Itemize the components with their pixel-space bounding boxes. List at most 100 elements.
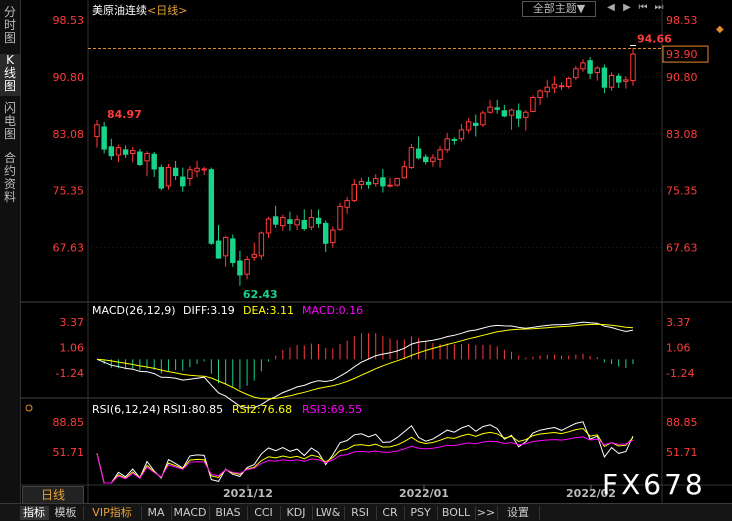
- rsi-settings-icon[interactable]: [25, 404, 33, 412]
- indicator-tab[interactable]: CCI: [247, 506, 281, 520]
- price-annotations: 93.90 94.66 62.43 84.97: [88, 32, 709, 301]
- candle-body: [465, 121, 472, 131]
- candle-body: [401, 166, 408, 179]
- candle-body: [230, 238, 236, 263]
- candle-body: [351, 183, 357, 202]
- price-tick-left: 90.80: [53, 71, 85, 84]
- rsi-label: RSI(6,12,24): [92, 403, 160, 416]
- candle-body: [523, 111, 529, 118]
- candle-body: [451, 138, 458, 141]
- candle-body: [137, 151, 143, 166]
- prior-high-label: 84.97: [107, 108, 142, 121]
- macd-dea-value: DEA:3.11: [243, 304, 294, 317]
- candle-body: [415, 148, 422, 159]
- candle-body: [101, 126, 107, 150]
- candle-body: [94, 124, 100, 138]
- rsi1-line: [96, 421, 634, 484]
- indicator-tab[interactable]: LW&: [312, 506, 345, 520]
- low-label: 62.43: [243, 288, 278, 301]
- candle-body: [430, 157, 436, 163]
- candle-body: [473, 122, 479, 127]
- macd-tick-right: -1.24: [666, 367, 694, 380]
- candle-body: [158, 166, 165, 189]
- indicator-tab[interactable]: CR: [376, 506, 405, 520]
- macd-dea-line: [96, 323, 634, 400]
- candle-body: [373, 178, 379, 185]
- price-tick-right: 83.08: [666, 128, 698, 141]
- period-day-tab[interactable]: 日线: [22, 486, 84, 504]
- indicator-tab[interactable]: BOLL: [437, 506, 476, 520]
- candle-body: [144, 152, 150, 162]
- candle-body: [458, 129, 465, 140]
- candle-body: [337, 205, 343, 230]
- candle-body: [201, 168, 207, 171]
- rsi-tick-left: 88.85: [53, 416, 85, 429]
- candlestick-series: [94, 48, 636, 286]
- candle-body: [551, 83, 558, 89]
- candle-body: [487, 106, 493, 113]
- watermark-logo: FX678: [602, 468, 706, 501]
- candle-body: [608, 74, 615, 88]
- macd-tick-right: 1.06: [666, 342, 691, 355]
- indicator-tab-bar: 指标 模板 VIP指标 MA MACD BIAS CCI KDJ LW& RSI CR PSY BOLL…: [0, 503, 732, 521]
- candle-body: [315, 217, 322, 224]
- candle-body: [294, 219, 300, 226]
- indicator-tab[interactable]: 指标: [20, 506, 49, 520]
- indicator-tab[interactable]: MACD: [171, 506, 210, 520]
- price-tick-left: 67.63: [53, 242, 85, 255]
- candle-body: [358, 180, 365, 185]
- candle-body: [344, 200, 350, 208]
- indicator-tab[interactable]: MA: [141, 506, 172, 520]
- x-axis-ticks: 2021/12 2022/01 2022/02: [223, 485, 616, 500]
- indicator-tab[interactable]: RSI: [344, 506, 377, 520]
- candle-body: [330, 229, 336, 244]
- candle-body: [208, 169, 215, 244]
- indicator-tab[interactable]: PSY: [404, 506, 438, 520]
- candle-body: [322, 222, 329, 244]
- candle-body: [558, 85, 565, 88]
- candle-body: [194, 167, 200, 172]
- indicator-tab[interactable]: 设置: [497, 506, 540, 520]
- candle-body: [215, 240, 222, 259]
- macd-ticks: 3.37 3.37 1.06 1.06 -1.24 -1.24: [56, 316, 695, 380]
- candle-body: [515, 110, 522, 119]
- candle-body: [258, 232, 265, 257]
- macd-hist-value: MACD:0.16: [302, 304, 363, 317]
- candle-body: [187, 169, 193, 180]
- candle-body: [287, 219, 293, 224]
- indicator-tab[interactable]: VIP指标: [83, 506, 142, 520]
- candle-body: [394, 178, 400, 186]
- rsi2-value: RSI2:76.68: [232, 403, 292, 416]
- high-label: 94.66: [637, 32, 672, 45]
- candle-body: [244, 259, 250, 275]
- macd-histogram: [103, 333, 634, 390]
- indicator-tab[interactable]: BIAS: [209, 506, 248, 520]
- price-tick-right: 90.80: [666, 71, 698, 84]
- rsi-tick-right: 88.85: [666, 416, 698, 429]
- rsi-tick-left: 51.71: [53, 446, 85, 459]
- price-tick-right: 75.35: [666, 185, 698, 198]
- candle-body: [501, 110, 508, 117]
- candle-body: [272, 216, 279, 225]
- candle-body: [530, 97, 536, 113]
- candle-body: [630, 53, 636, 82]
- rsi3-line: [96, 436, 634, 484]
- candle-body: [301, 219, 307, 230]
- candle-body: [265, 218, 272, 234]
- indicator-tab[interactable]: KDJ: [280, 506, 313, 520]
- price-tick-left: 98.53: [53, 14, 85, 27]
- indicator-tab[interactable]: >>: [475, 506, 498, 520]
- indicator-tab[interactable]: 模板: [48, 506, 84, 520]
- candle-body: [122, 149, 129, 155]
- macd-label: MACD(26,12,9): [92, 304, 176, 317]
- candle-body: [280, 217, 286, 227]
- candle-body: [151, 153, 157, 170]
- rsi-ticks: 88.85 88.85 51.71 51.71: [53, 416, 698, 459]
- candle-body: [601, 67, 608, 88]
- price-tick-right: 67.63: [666, 242, 698, 255]
- candle-body: [587, 60, 593, 74]
- rsi2-line: [96, 427, 634, 484]
- candle-body: [387, 184, 393, 187]
- price-ticks-left: 98.53 90.80 83.08 75.35 67.63: [53, 14, 85, 255]
- price-grid: [88, 19, 662, 249]
